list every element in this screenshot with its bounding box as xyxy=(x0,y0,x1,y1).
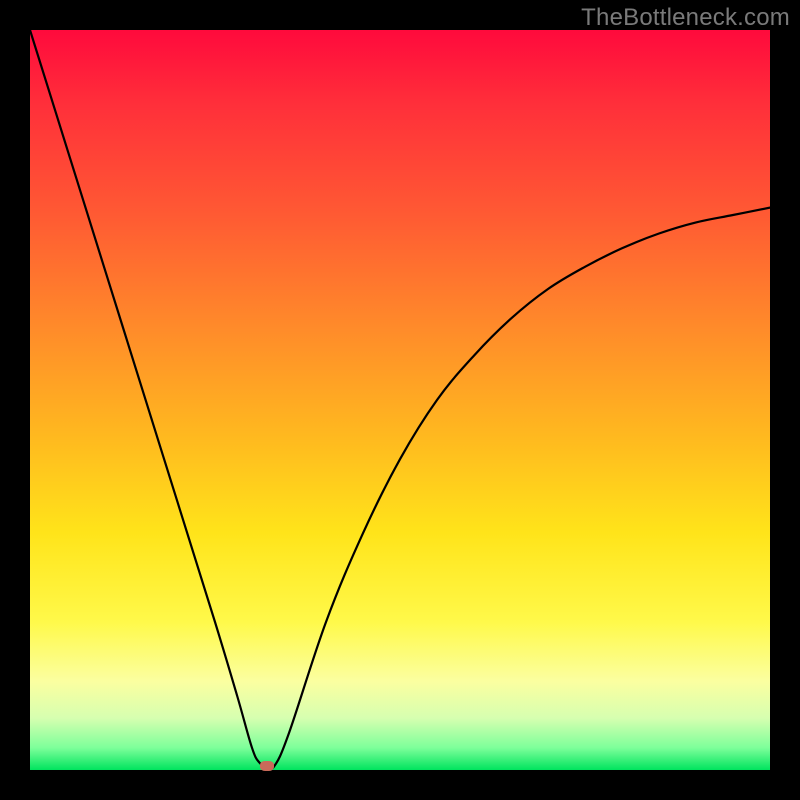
chart-frame: TheBottleneck.com xyxy=(0,0,800,800)
bottleneck-curve xyxy=(30,30,770,769)
watermark-text: TheBottleneck.com xyxy=(581,4,790,32)
min-point-marker xyxy=(260,761,274,771)
plot-area xyxy=(30,30,770,770)
curve-svg xyxy=(30,30,770,770)
